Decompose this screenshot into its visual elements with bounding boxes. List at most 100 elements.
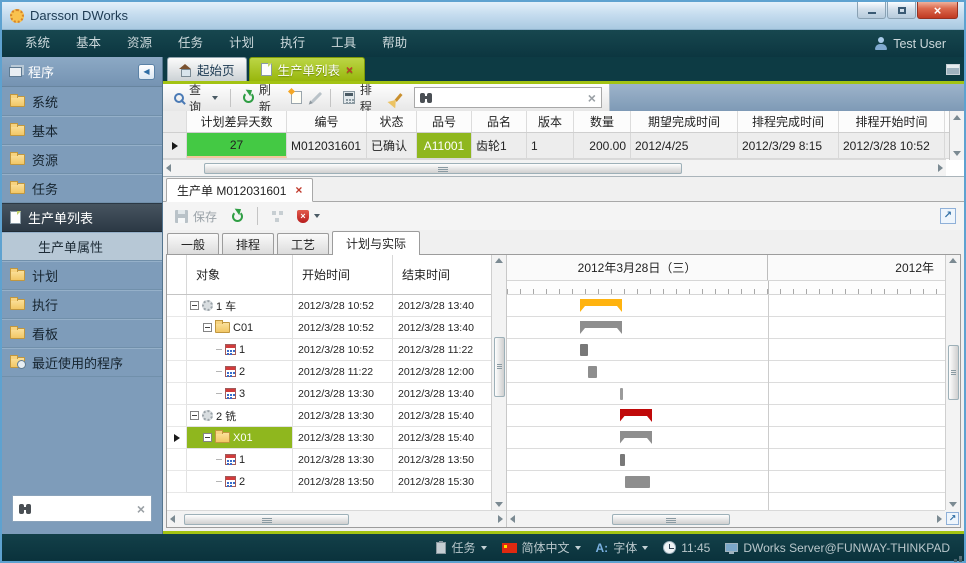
tree-row[interactable]: X012012/3/28 13:302012/3/28 15:40 xyxy=(167,427,506,449)
tree-row[interactable]: 12012/3/28 10:522012/3/28 11:22 xyxy=(167,339,506,361)
tree-row[interactable]: 12012/3/28 13:302012/3/28 13:50 xyxy=(167,449,506,471)
column-header-编号[interactable]: 编号 xyxy=(287,111,367,132)
cell-expect_finish[interactable]: 2012/4/25 xyxy=(631,133,738,158)
column-header-期望完成时间[interactable]: 期望完成时间 xyxy=(631,111,738,132)
menu-item[interactable]: 工具 xyxy=(318,30,369,57)
gantt-bar-2[interactable] xyxy=(625,476,650,488)
sidebar-item-基本[interactable]: 基本 xyxy=(2,116,162,145)
status-task-menu[interactable]: 任务 xyxy=(436,539,486,556)
scroll-up-icon[interactable] xyxy=(495,258,503,263)
tree-object-cell[interactable]: 1 车 xyxy=(187,295,293,317)
validate-dropdown-icon[interactable] xyxy=(314,214,320,218)
relations-button[interactable] xyxy=(268,209,286,223)
tree-object-cell[interactable]: 1 xyxy=(187,339,293,361)
collapse-icon[interactable] xyxy=(203,433,212,442)
scroll-down-icon[interactable] xyxy=(953,151,961,156)
gantt-bar-2 铣[interactable] xyxy=(620,409,653,422)
menu-item[interactable]: 计划 xyxy=(216,30,267,57)
tree-row[interactable]: 22012/3/28 13:502012/3/28 15:30 xyxy=(167,471,506,493)
scroll-up-icon[interactable] xyxy=(953,115,961,120)
tree-end-cell[interactable]: 2012/3/28 12:00 xyxy=(393,361,492,383)
tree-column-header-对象[interactable]: 对象 xyxy=(187,255,293,294)
cell-sched_finish[interactable]: 2012/3/29 8:15 xyxy=(738,133,839,158)
scroll-thumb[interactable] xyxy=(948,345,959,400)
validate-button[interactable]: × xyxy=(293,208,324,225)
tree-column-header-开始时间[interactable]: 开始时间 xyxy=(293,255,393,294)
scroll-thumb[interactable] xyxy=(184,514,349,525)
toolbar-search-input[interactable] xyxy=(430,91,583,105)
sidebar-collapse-button[interactable] xyxy=(138,64,155,80)
column-header-排程完成时间[interactable]: 排程完成时间 xyxy=(738,111,839,132)
tree-end-cell[interactable]: 2012/3/28 13:40 xyxy=(393,383,492,405)
tree-row[interactable]: 22012/3/28 11:222012/3/28 12:00 xyxy=(167,361,506,383)
scroll-left-icon[interactable] xyxy=(166,164,171,172)
gantt-bar-C01[interactable] xyxy=(580,321,622,334)
sidebar-item-最近使用的程序[interactable]: 最近使用的程序 xyxy=(2,348,162,377)
scroll-up-icon[interactable] xyxy=(949,258,957,263)
column-header-品名[interactable]: 品名 xyxy=(472,111,527,132)
sidebar-item-系统[interactable]: 系统 xyxy=(2,87,162,116)
grid-row[interactable]: 27M012031601已确认A11001齿轮11200.002012/4/25… xyxy=(163,133,964,159)
gantt-horizontal-scrollbar[interactable] xyxy=(507,510,945,527)
scroll-thumb[interactable] xyxy=(204,163,682,174)
tree-row[interactable]: C012012/3/28 10:522012/3/28 13:40 xyxy=(167,317,506,339)
cell-sched_start[interactable]: 2012/3/28 10:52 xyxy=(839,133,945,158)
column-header-版本[interactable]: 版本 xyxy=(527,111,574,132)
sidebar-item-执行[interactable]: 执行 xyxy=(2,290,162,319)
sidebar-item-计划[interactable]: 计划 xyxy=(2,261,162,290)
tree-start-cell[interactable]: 2012/3/28 11:22 xyxy=(293,361,393,383)
tree-start-cell[interactable]: 2012/3/28 13:30 xyxy=(293,405,393,427)
new-button[interactable] xyxy=(287,89,306,106)
tree-end-cell[interactable]: 2012/3/28 13:40 xyxy=(393,317,492,339)
tree-object-cell[interactable]: 3 xyxy=(187,383,293,405)
detail-tab-一般[interactable]: 一般 xyxy=(167,233,219,254)
gantt-bar-1 车[interactable] xyxy=(580,299,622,312)
detail-tab-工艺[interactable]: 工艺 xyxy=(277,233,329,254)
gantt-popout-icon[interactable] xyxy=(946,512,959,525)
status-font-menu[interactable]: A: 字体 xyxy=(596,539,649,556)
tree-object-cell[interactable]: 2 xyxy=(187,361,293,383)
tree-object-cell[interactable]: X01 xyxy=(187,427,293,449)
column-header-排程开始时间[interactable]: 排程开始时间 xyxy=(839,111,945,132)
tree-end-cell[interactable]: 2012/3/28 13:40 xyxy=(393,295,492,317)
cell-qty[interactable]: 200.00 xyxy=(574,133,631,158)
sidebar-item-任务[interactable]: 任务 xyxy=(2,174,162,203)
tree-end-cell[interactable]: 2012/3/28 15:40 xyxy=(393,405,492,427)
menu-item[interactable]: 任务 xyxy=(165,30,216,57)
detail-tab[interactable]: 生产单 M012031601 xyxy=(166,178,313,202)
status-language-menu[interactable]: 简体中文 xyxy=(502,539,581,556)
tree-start-cell[interactable]: 2012/3/28 13:30 xyxy=(293,383,393,405)
toolbar-search-clear-icon[interactable] xyxy=(588,93,596,103)
gantt-bar-X01[interactable] xyxy=(620,431,653,444)
gantt-vertical-scrollbar[interactable] xyxy=(945,255,960,510)
tree-object-cell[interactable]: 2 铣 xyxy=(187,405,293,427)
popout-icon[interactable] xyxy=(940,208,956,224)
collapse-icon[interactable] xyxy=(190,411,199,420)
tree-object-cell[interactable]: 1 xyxy=(187,449,293,471)
sidebar-item-生产单属性[interactable]: 生产单属性 xyxy=(2,232,162,261)
tree-column-header-结束时间[interactable]: 结束时间 xyxy=(393,255,492,294)
cell-item_no[interactable]: A11001 xyxy=(417,133,472,158)
scroll-down-icon[interactable] xyxy=(495,502,503,507)
cell-item_name[interactable]: 齿轮1 xyxy=(472,133,527,158)
tree-start-cell[interactable]: 2012/3/28 10:52 xyxy=(293,339,393,361)
cell-status[interactable]: 已确认 xyxy=(367,133,417,158)
sidebar-item-生产单列表[interactable]: 生产单列表 xyxy=(2,203,162,232)
sidebar-item-资源[interactable]: 资源 xyxy=(2,145,162,174)
gantt-bar-3[interactable] xyxy=(620,388,623,400)
tree-end-cell[interactable]: 2012/3/28 13:50 xyxy=(393,449,492,471)
tree-start-cell[interactable]: 2012/3/28 10:52 xyxy=(293,295,393,317)
tree-end-cell[interactable]: 2012/3/28 15:30 xyxy=(393,471,492,493)
tree-start-cell[interactable]: 2012/3/28 10:52 xyxy=(293,317,393,339)
menu-item[interactable]: 执行 xyxy=(267,30,318,57)
query-dropdown-icon[interactable] xyxy=(212,96,218,100)
tree-object-cell[interactable]: 2 xyxy=(187,471,293,493)
detail-tab-排程[interactable]: 排程 xyxy=(222,233,274,254)
column-header-计划差异天数[interactable]: 计划差异天数 xyxy=(187,111,287,132)
sidebar-item-看板[interactable]: 看板 xyxy=(2,319,162,348)
grid-horizontal-scrollbar[interactable] xyxy=(163,159,946,176)
collapse-icon[interactable] xyxy=(190,301,199,310)
scroll-right-icon[interactable] xyxy=(938,164,943,172)
user-menu[interactable]: Test User xyxy=(875,37,954,51)
cell-code[interactable]: M012031601 xyxy=(287,133,367,158)
